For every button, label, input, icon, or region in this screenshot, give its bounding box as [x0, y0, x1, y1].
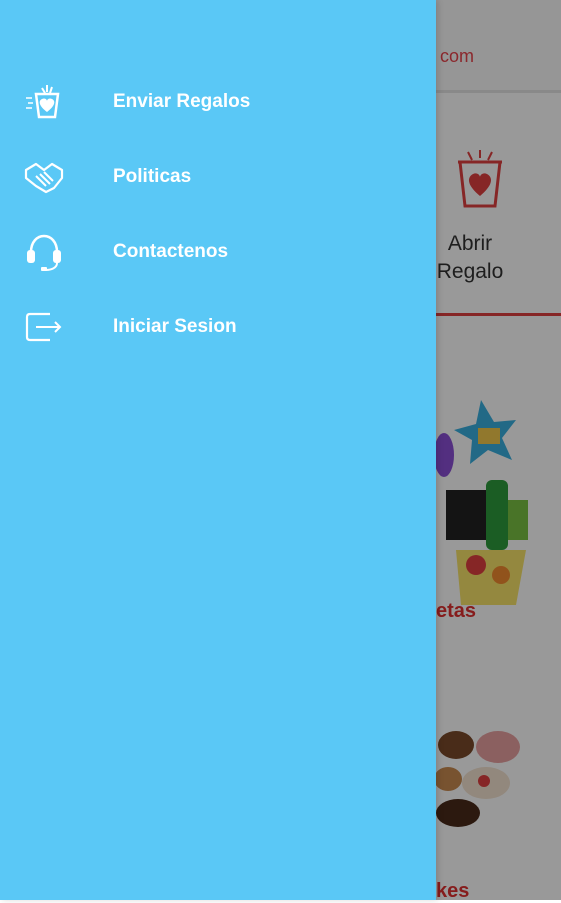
menu-item-label: Politicas	[113, 166, 192, 187]
gift-heart-icon	[22, 80, 66, 124]
login-icon	[22, 305, 66, 349]
menu-item-iniciar-sesion[interactable]: Iniciar Sesion	[0, 297, 436, 357]
menu-item-label: Contactenos	[113, 241, 229, 262]
menu-item-contactenos[interactable]: Contactenos	[0, 222, 436, 282]
handshake-icon	[22, 155, 66, 199]
menu-item-label: Enviar Regalos	[113, 91, 251, 112]
menu-item-politicas[interactable]: Politicas	[0, 147, 436, 207]
menu-item-label: Iniciar Sesion	[113, 316, 237, 337]
headset-icon	[22, 230, 66, 274]
menu-item-enviar-regalos[interactable]: Enviar Regalos	[0, 72, 436, 132]
navigation-drawer: Enviar Regalos Politicas Contactenos Ini…	[0, 0, 436, 900]
